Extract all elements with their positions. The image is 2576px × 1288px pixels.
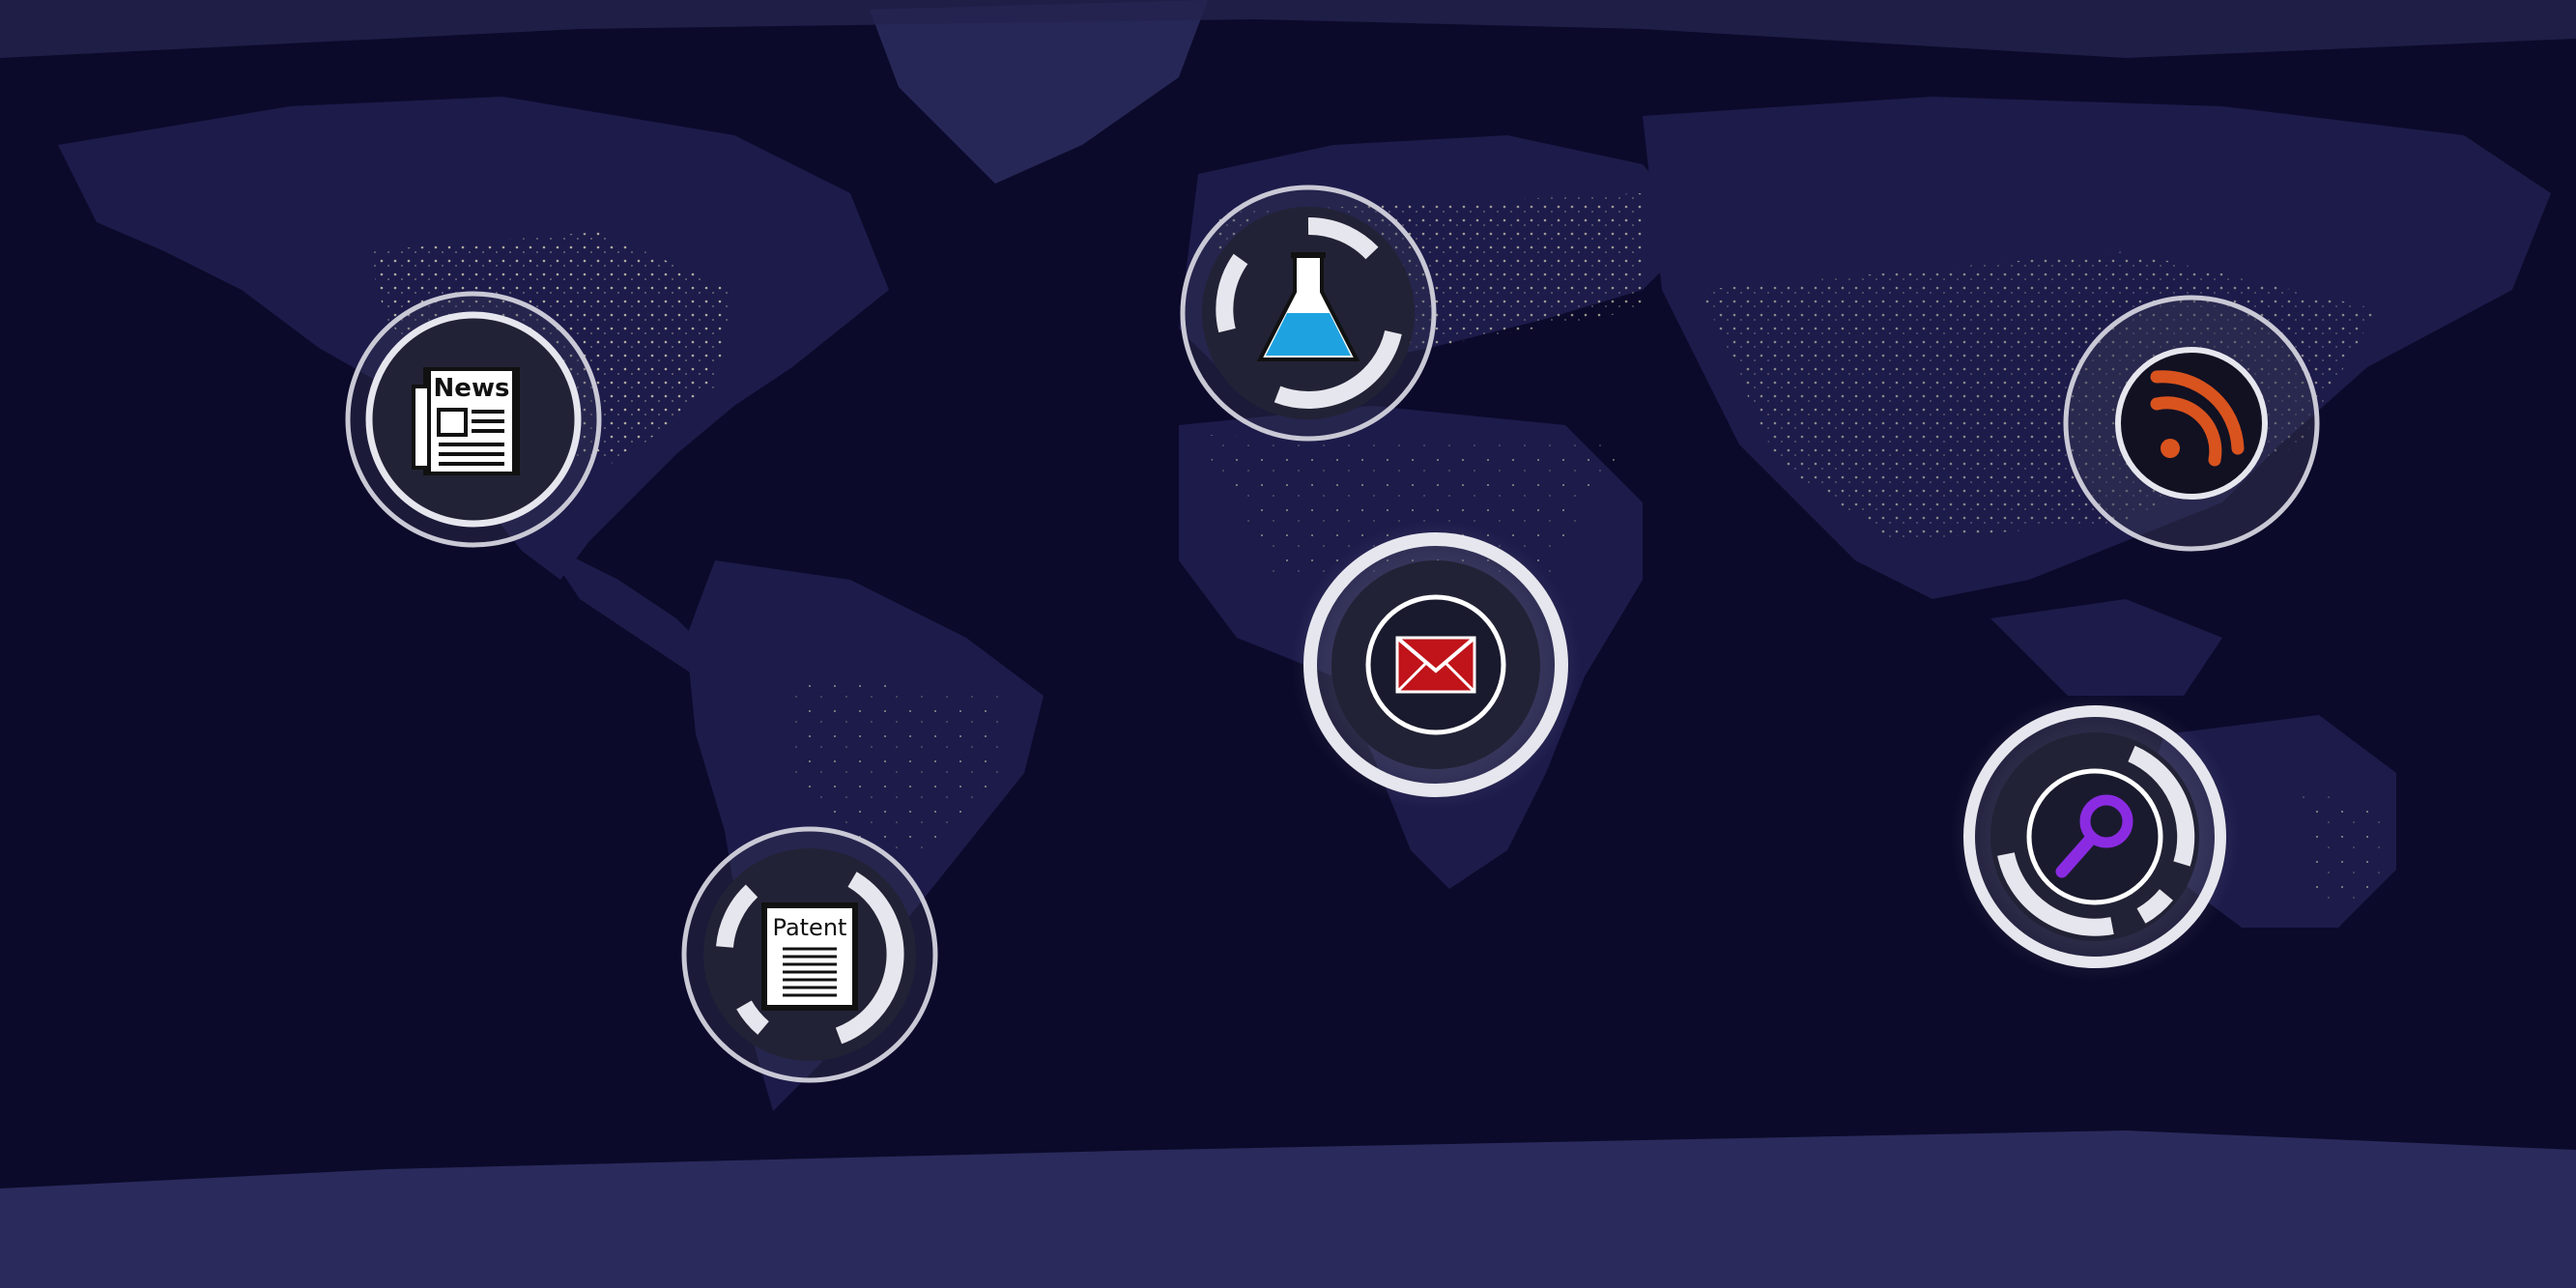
patent-node[interactable]: Patent [681, 826, 938, 1083]
blogs-inner-disc [2115, 347, 2268, 500]
document-icon: Patent [761, 902, 858, 1011]
svg-text:News: News [434, 374, 510, 403]
mail-node[interactable] [1291, 520, 1581, 810]
envelope-icon [1395, 636, 1476, 694]
world-map-stage: News Patent [0, 0, 2576, 1288]
news-node[interactable]: News [345, 291, 602, 548]
newspaper-icon: News [412, 367, 520, 475]
science-node[interactable] [1180, 185, 1437, 442]
blogs-node[interactable] [2063, 295, 2320, 552]
search-node[interactable] [1950, 692, 2240, 982]
svg-text:Patent: Patent [773, 914, 847, 941]
